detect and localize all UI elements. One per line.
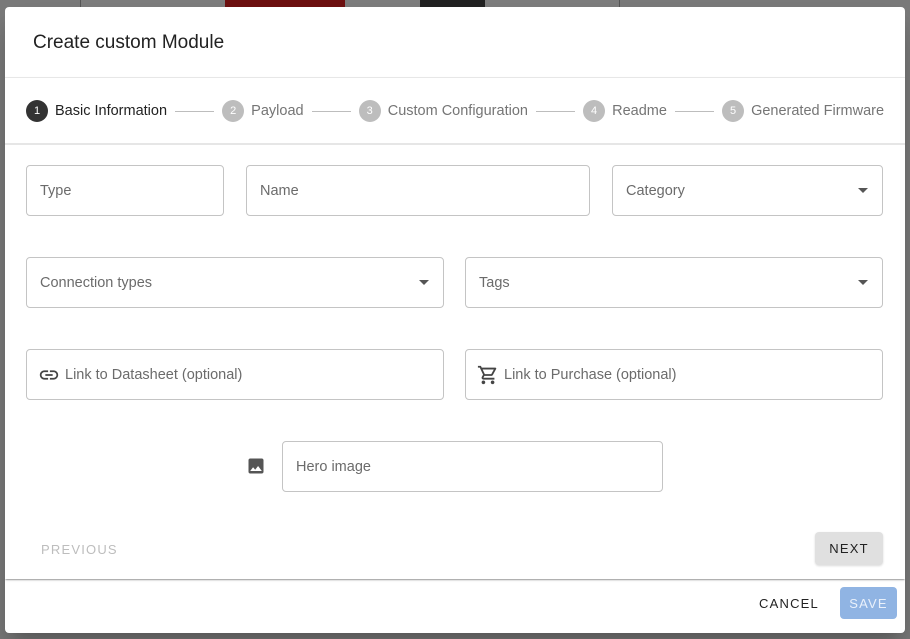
step-connector — [674, 110, 715, 112]
step-custom-configuration[interactable]: 3 Custom Configuration — [358, 100, 528, 122]
connection-types-placeholder: Connection types — [40, 274, 153, 291]
tags-select[interactable]: Tags — [465, 257, 883, 308]
hero-image-placeholder: Hero image — [296, 458, 371, 475]
step-number-1: 1 — [26, 100, 48, 122]
step-number-2: 2 — [222, 100, 245, 122]
chevron-down-icon — [419, 280, 429, 285]
step-payload[interactable]: 2 Payload — [222, 100, 304, 122]
step-connector — [311, 110, 351, 112]
step-label: Custom Configuration — [387, 103, 528, 119]
category-select[interactable]: Category — [612, 165, 883, 216]
step-number-4: 4 — [583, 100, 606, 122]
connection-types-select[interactable]: Connection types — [26, 257, 444, 308]
type-placeholder: Type — [40, 182, 72, 199]
name-placeholder: Name — [260, 182, 299, 199]
purchase-link-field[interactable]: Link to Purchase (optional) — [465, 349, 883, 400]
create-module-dialog: Create custom Module 1 Basic Information… — [5, 7, 905, 633]
step-connector — [535, 110, 576, 112]
datasheet-link-field[interactable]: Link to Datasheet (optional) — [26, 349, 444, 400]
image-icon — [246, 456, 266, 476]
step-label: Payload — [251, 103, 304, 119]
previous-button[interactable]: PREVIOUS — [33, 532, 123, 566]
step-label: Readme — [612, 103, 667, 119]
tags-placeholder: Tags — [479, 274, 510, 291]
stepper-card: 1 Basic Information 2 Payload 3 Custom C… — [5, 78, 905, 579]
category-placeholder: Category — [626, 182, 685, 199]
chevron-down-icon — [858, 188, 868, 193]
save-button[interactable]: SAVE — [840, 587, 897, 619]
cancel-button[interactable]: CANCEL — [750, 587, 828, 619]
dialog-title: Create custom Module — [33, 32, 225, 53]
stepper: 1 Basic Information 2 Payload 3 Custom C… — [26, 100, 884, 122]
step-label: Basic Information — [55, 103, 168, 119]
step-number-3: 3 — [358, 100, 381, 122]
cart-icon — [476, 363, 500, 387]
name-field[interactable]: Name — [246, 165, 590, 216]
hero-image-field[interactable]: Hero image — [282, 441, 663, 492]
step-basic-information[interactable]: 1 Basic Information — [26, 100, 167, 122]
step-number-5: 5 — [722, 100, 745, 122]
purchase-link-placeholder: Link to Purchase (optional) — [504, 366, 677, 383]
stepper-divider — [5, 143, 905, 145]
type-field[interactable]: Type — [26, 165, 224, 216]
step-generated-firmware[interactable]: 5 Generated Firmware — [722, 100, 884, 122]
step-label: Generated Firmware — [751, 103, 885, 119]
chevron-down-icon — [858, 280, 868, 285]
step-connector — [175, 110, 215, 112]
link-icon — [37, 363, 61, 387]
step-readme[interactable]: 4 Readme — [583, 100, 667, 122]
datasheet-link-placeholder: Link to Datasheet (optional) — [65, 366, 243, 383]
next-button[interactable]: NEXT — [815, 532, 883, 565]
